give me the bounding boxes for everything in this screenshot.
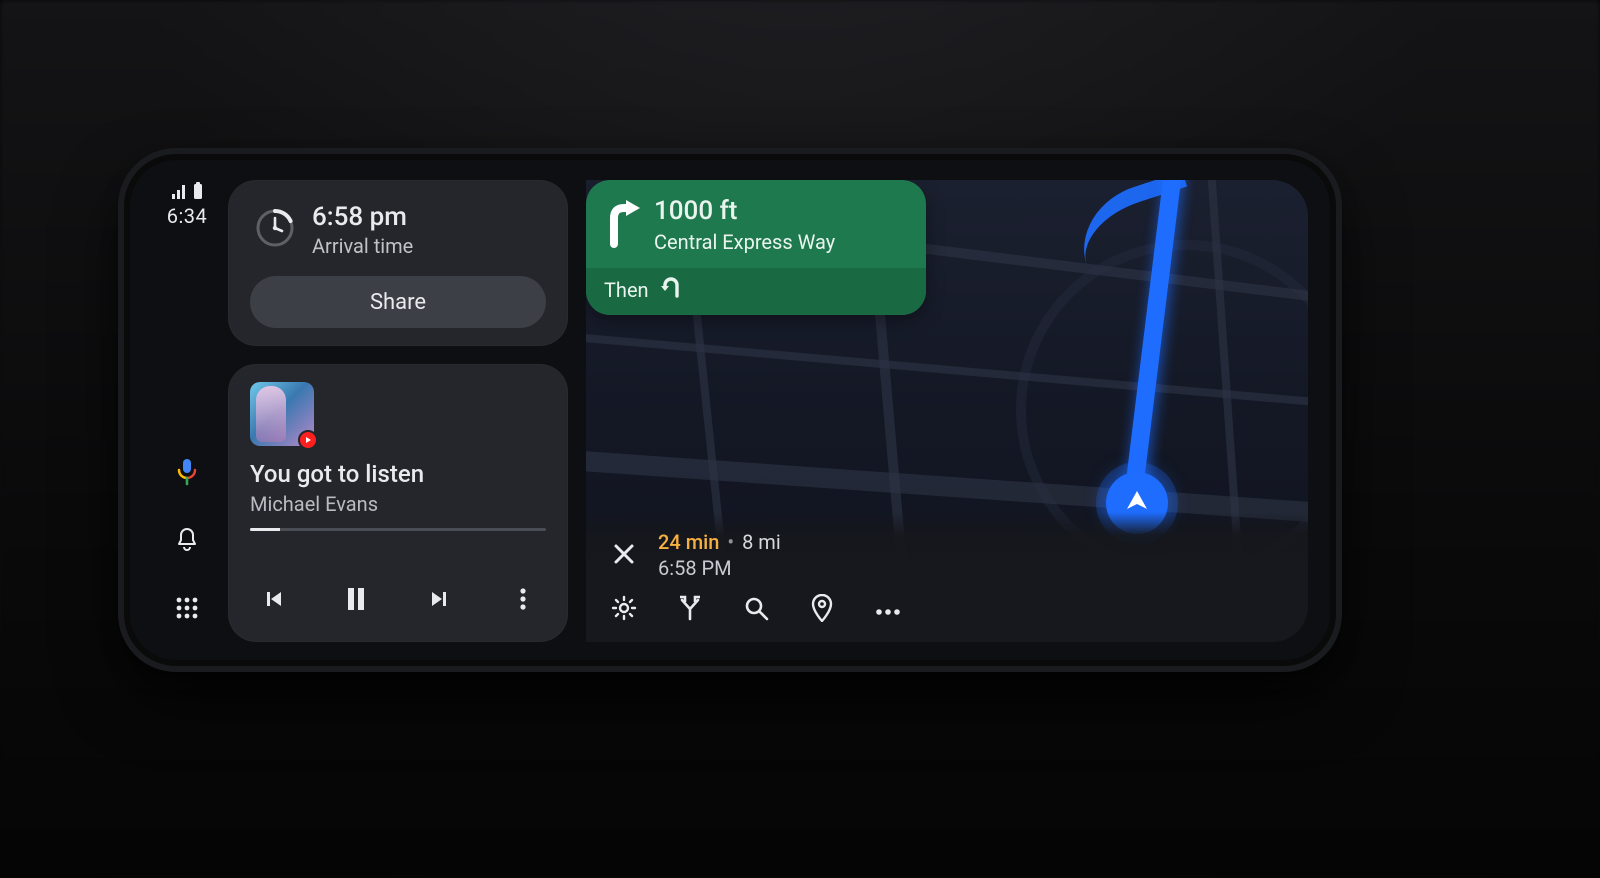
map-action-row — [600, 582, 1294, 636]
recenter-button[interactable] — [802, 590, 842, 630]
app-launcher-button[interactable] — [165, 586, 209, 630]
share-eta-button[interactable]: Share — [250, 276, 546, 328]
track-artist: Michael Evans — [250, 492, 546, 516]
close-navigation-button[interactable] — [604, 536, 644, 576]
uturn-left-icon — [659, 276, 683, 303]
share-button-label: Share — [370, 290, 426, 315]
media-controls — [250, 560, 546, 624]
play-pause-button[interactable] — [333, 578, 379, 624]
trip-separator: • — [727, 530, 734, 554]
eta-label: Arrival time — [312, 234, 413, 258]
pause-icon — [344, 586, 368, 616]
more-horiz-icon — [875, 601, 901, 620]
map-settings-button[interactable] — [604, 590, 644, 630]
alternate-routes-button[interactable] — [670, 590, 710, 630]
status-time: 6:34 — [167, 204, 208, 228]
location-pin-icon — [811, 594, 833, 626]
navigation-map[interactable]: 1000 ft Central Express Way Then — [586, 180, 1308, 642]
microphone-icon — [176, 458, 198, 486]
status-icons — [171, 182, 203, 200]
close-icon — [613, 543, 635, 569]
trip-status-bar: 24 min • 8 mi 6:58 PM — [586, 512, 1308, 642]
media-source-badge-icon — [298, 430, 318, 450]
system-rail: 6:34 — [152, 180, 222, 642]
notifications-button[interactable] — [165, 518, 209, 562]
turn-distance: 1000 ft — [654, 196, 835, 226]
eta-card: 6:58 pm Arrival time Share — [228, 180, 568, 346]
bell-icon — [175, 527, 199, 553]
battery-icon — [193, 182, 203, 200]
trip-duration: 24 min — [658, 530, 719, 554]
clock-progress-icon — [254, 207, 296, 253]
eta-time: 6:58 pm — [312, 202, 413, 232]
grid-icon — [176, 597, 198, 619]
voice-assistant-button[interactable] — [165, 450, 209, 494]
then-label: Then — [604, 278, 649, 302]
search-button[interactable] — [736, 590, 776, 630]
track-title: You got to listen — [250, 460, 546, 488]
skip-next-icon — [428, 587, 452, 615]
trip-distance: 8 mi — [742, 530, 781, 554]
trip-arrival-time: 6:58 PM — [658, 556, 781, 580]
widget-column: 6:58 pm Arrival time Share You got to li… — [228, 180, 568, 642]
skip-previous-icon — [261, 587, 285, 615]
next-maneuver-row: Then — [586, 268, 926, 315]
infotainment-screen: 6:34 — [130, 160, 1330, 660]
more-vert-icon — [519, 587, 527, 615]
search-icon — [743, 595, 769, 625]
turn-road-name: Central Express Way — [654, 230, 835, 254]
media-card: You got to listen Michael Evans — [228, 364, 568, 642]
next-track-button[interactable] — [417, 578, 463, 624]
routes-fork-icon — [677, 595, 703, 625]
playback-progress[interactable] — [250, 528, 546, 531]
signal-icon — [171, 184, 189, 200]
turn-instruction-card[interactable]: 1000 ft Central Express Way Then — [586, 180, 926, 315]
previous-track-button[interactable] — [250, 578, 296, 624]
map-overflow-button[interactable] — [868, 590, 908, 630]
gear-icon — [611, 595, 637, 625]
turn-right-icon — [600, 196, 644, 254]
media-overflow-button[interactable] — [500, 578, 546, 624]
playback-progress-fill — [250, 528, 280, 531]
